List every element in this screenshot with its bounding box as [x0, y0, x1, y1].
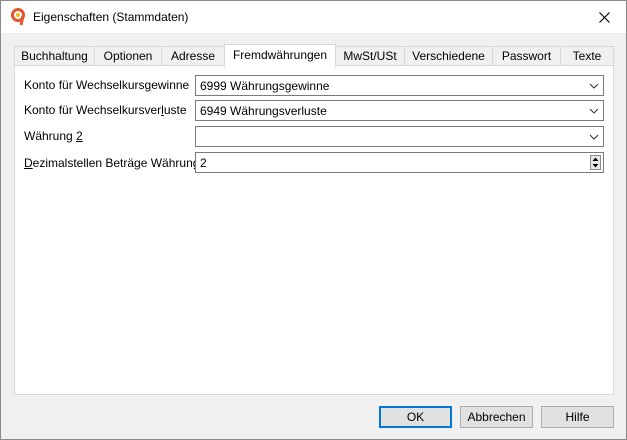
- help-button[interactable]: Hilfe: [541, 406, 614, 428]
- decimals2-value: 2: [200, 156, 207, 170]
- loss-account-label: Konto für Wechselkursverluste: [24, 103, 187, 117]
- currency2-select[interactable]: [195, 126, 604, 147]
- spin-up-icon[interactable]: [592, 156, 599, 162]
- gain-account-label: Konto für Wechselkursgewinne: [24, 78, 190, 92]
- title-bar[interactable]: Eigenschaften (Stammdaten): [1, 1, 626, 33]
- tab-mwst-ust[interactable]: MwSt/USt: [335, 46, 405, 65]
- chevron-down-icon: [589, 83, 599, 89]
- tab-texte[interactable]: Texte: [560, 46, 614, 65]
- tab-buchhaltung[interactable]: Buchhaltung: [14, 46, 95, 65]
- close-button[interactable]: [582, 1, 626, 33]
- loss-account-select[interactable]: 6949 Währungsverluste: [195, 100, 604, 121]
- tab-panel-fremdwaehrungen: Konto für Wechselkursgewinne 6999 Währun…: [14, 65, 614, 395]
- gain-account-value: 6999 Währungsgewinne: [200, 79, 330, 93]
- decimals2-label: Dezimalstellen Beträge Währung 2: [24, 156, 210, 170]
- properties-dialog: Eigenschaften (Stammdaten) Buchhaltung O…: [0, 0, 627, 440]
- window-title: Eigenschaften (Stammdaten): [33, 10, 189, 24]
- chevron-down-icon: [589, 108, 599, 114]
- currency2-label: Währung 2: [24, 129, 83, 143]
- chevron-down-icon: [589, 134, 599, 140]
- tab-passwort[interactable]: Passwort: [492, 46, 561, 65]
- tab-verschiedene[interactable]: Verschiedene: [404, 46, 493, 65]
- spin-buttons[interactable]: [590, 155, 601, 170]
- app-logo-icon: [11, 8, 25, 26]
- close-icon: [598, 11, 610, 23]
- tab-strip: Buchhaltung Optionen Adresse Fremdwährun…: [14, 44, 614, 67]
- cancel-button[interactable]: Abbrechen: [460, 406, 533, 428]
- loss-account-value: 6949 Währungsverluste: [200, 104, 327, 118]
- tab-fremdwaehrungen[interactable]: Fremdwährungen: [224, 44, 336, 67]
- tab-optionen[interactable]: Optionen: [94, 46, 162, 65]
- tab-adresse[interactable]: Adresse: [161, 46, 225, 65]
- spin-down-icon[interactable]: [592, 163, 599, 169]
- gain-account-select[interactable]: 6999 Währungsgewinne: [195, 75, 604, 96]
- ok-button[interactable]: OK: [379, 406, 452, 428]
- decimals2-spinner[interactable]: 2: [195, 152, 604, 173]
